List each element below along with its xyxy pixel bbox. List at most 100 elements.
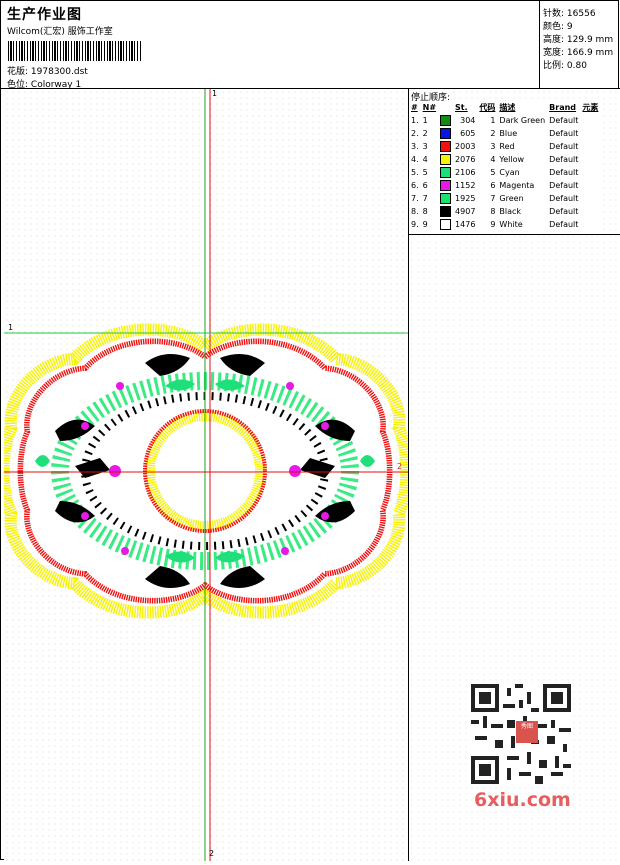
row-element <box>580 179 600 192</box>
design-file-label: 花版: <box>7 67 29 77</box>
color-swatch <box>438 140 453 153</box>
row-desc: Magenta <box>499 181 535 190</box>
guide-label-left: 1 <box>8 323 14 332</box>
row-brand: Default <box>549 129 579 138</box>
col-code: 代码 <box>479 103 496 112</box>
row-desc: Yellow <box>499 155 525 164</box>
color-row: 7. 7 1925 7 Green Default <box>409 192 600 205</box>
design-canvas: 1 2 1 2 <box>4 89 408 861</box>
row-code: 6 <box>490 181 496 190</box>
row-n: 6 <box>422 181 428 190</box>
row-element <box>580 114 600 127</box>
swatch-icon <box>440 141 452 152</box>
studio-name: Wilcom(汇宏) 服饰工作室 <box>7 27 113 37</box>
row-brand: Default <box>549 220 579 229</box>
swatch-icon <box>440 128 452 139</box>
row-seq: 1. <box>411 116 419 125</box>
design-width: 宽度: 166.9 mm <box>543 48 614 58</box>
row-stitches: 2076 <box>455 155 476 164</box>
row-stitches: 2003 <box>455 142 476 151</box>
color-swatch <box>438 218 453 231</box>
row-n: 3 <box>422 142 428 151</box>
design-height: 高度: 129.9 mm <box>543 35 614 45</box>
row-element <box>580 205 600 218</box>
col-desc: 描述 <box>499 103 516 112</box>
row-brand: Default <box>549 181 579 190</box>
swatch-icon <box>440 219 452 230</box>
row-stitches: 304 <box>460 116 476 125</box>
color-swatch <box>438 153 453 166</box>
row-n: 7 <box>422 194 428 203</box>
row-element <box>580 218 600 231</box>
color-table-header: # N# St. 代码 描述 Brand 元素 <box>409 101 600 114</box>
row-seq: 9. <box>411 220 419 229</box>
row-seq: 6. <box>411 181 419 190</box>
swatch-icon <box>440 115 452 126</box>
row-brand: Default <box>549 207 579 216</box>
row-n: 5 <box>422 168 428 177</box>
row-code: 5 <box>490 168 496 177</box>
embroidery-preview <box>4 89 408 861</box>
color-count: 颜色: 9 <box>543 22 573 32</box>
row-stitches: 2106 <box>455 168 476 177</box>
row-seq: 8. <box>411 207 419 216</box>
row-code: 1 <box>490 116 496 125</box>
row-element <box>580 153 600 166</box>
watermark-logo: 6xiu.com <box>474 789 571 811</box>
stitch-count: 针数: 16556 <box>543 9 596 19</box>
row-n: 4 <box>422 155 428 164</box>
color-swatch <box>438 179 453 192</box>
guide-label-top: 1 <box>212 89 218 98</box>
row-stitches: 4907 <box>455 207 476 216</box>
production-sheet: 生产作业图 Wilcom(汇宏) 服饰工作室 花版: 1978300.dst 色… <box>0 0 620 861</box>
color-swatch <box>438 192 453 205</box>
guide-label-bottom: 2 <box>209 849 215 858</box>
color-row: 3. 3 2003 3 Red Default <box>409 140 600 153</box>
row-desc: Green <box>499 194 524 203</box>
row-desc: Black <box>499 207 522 216</box>
swatch-icon <box>440 193 452 204</box>
row-element <box>580 192 600 205</box>
row-brand: Default <box>549 142 579 151</box>
color-row: 6. 6 1152 6 Magenta Default <box>409 179 600 192</box>
watermark-stamp: 秀图 <box>516 721 538 743</box>
swatch-icon <box>440 167 452 178</box>
row-seq: 4. <box>411 155 419 164</box>
row-n: 2 <box>422 129 428 138</box>
row-desc: Cyan <box>499 168 520 177</box>
design-scale: 比例: 0.80 <box>543 61 587 71</box>
header-info: 生产作业图 Wilcom(汇宏) 服饰工作室 花版: 1978300.dst 色… <box>5 4 539 90</box>
design-file-line: 花版: 1978300.dst <box>7 64 88 77</box>
row-brand: Default <box>549 194 579 203</box>
row-n: 1 <box>422 116 428 125</box>
design-file-value: 1978300.dst <box>30 67 88 77</box>
row-n: 9 <box>422 220 428 229</box>
row-desc: White <box>499 220 523 229</box>
row-stitches: 1925 <box>455 194 476 203</box>
row-seq: 3. <box>411 142 419 151</box>
row-code: 8 <box>490 207 496 216</box>
col-brand: Brand <box>549 103 577 112</box>
row-code: 9 <box>490 220 496 229</box>
color-swatch <box>438 127 453 140</box>
color-swatch <box>438 166 453 179</box>
col-st: St. <box>455 103 468 112</box>
color-swatch <box>438 114 453 127</box>
row-seq: 5. <box>411 168 419 177</box>
row-stitches: 1152 <box>455 181 476 190</box>
row-brand: Default <box>549 168 579 177</box>
guide-label-right: 2 <box>397 462 403 471</box>
row-element <box>580 166 600 179</box>
barcode <box>8 41 142 61</box>
row-desc: Red <box>499 142 515 151</box>
row-desc: Dark Green <box>499 116 546 125</box>
row-desc: Blue <box>499 129 518 138</box>
color-swatch <box>438 205 453 218</box>
swatch-icon <box>440 180 452 191</box>
row-element <box>580 140 600 153</box>
row-stitches: 605 <box>460 129 476 138</box>
row-seq: 7. <box>411 194 419 203</box>
row-brand: Default <box>549 116 579 125</box>
row-seq: 2. <box>411 129 419 138</box>
table-bottom-rule <box>409 234 620 235</box>
